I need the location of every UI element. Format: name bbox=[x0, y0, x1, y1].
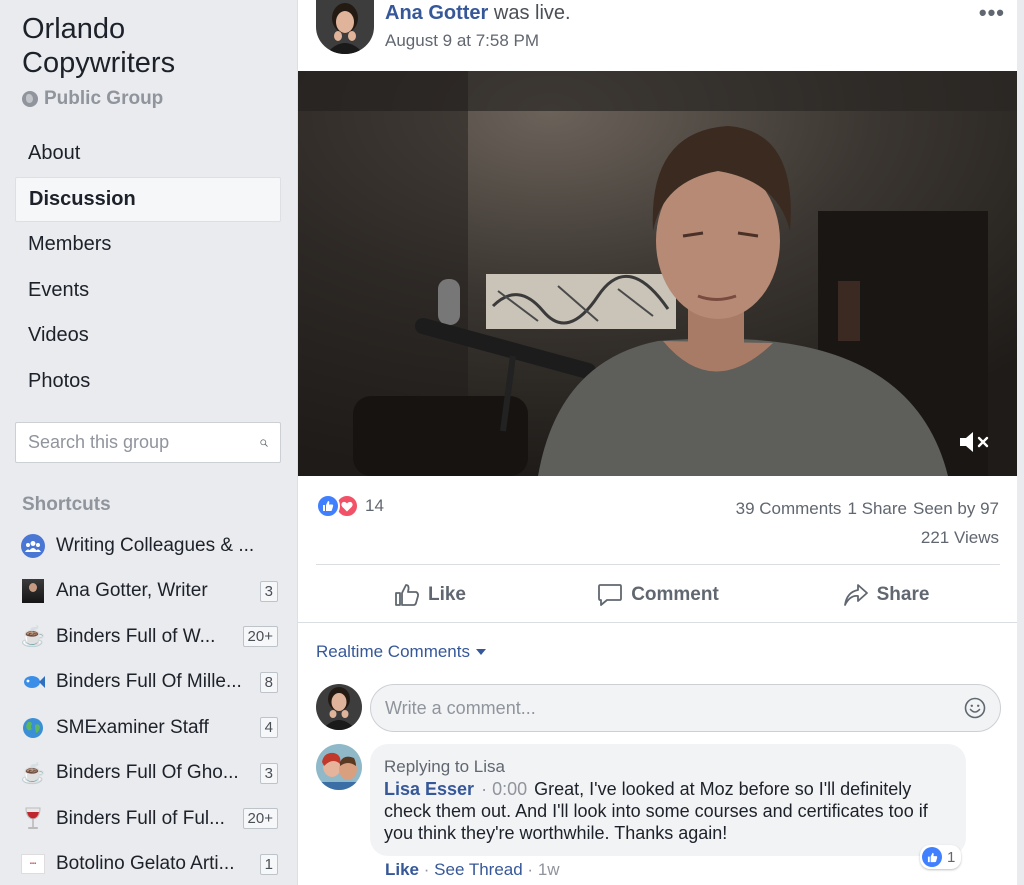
group-title[interactable]: Orlando Copywriters bbox=[22, 12, 282, 80]
wine-icon bbox=[20, 806, 46, 832]
shortcut-item[interactable]: SMExaminer Staff 4 bbox=[20, 705, 278, 751]
shortcut-badge: 8 bbox=[259, 671, 278, 693]
comment-author-link[interactable]: Lisa Esser bbox=[384, 779, 474, 799]
commenter-avatar[interactable] bbox=[316, 744, 362, 790]
search-icon[interactable] bbox=[260, 432, 268, 454]
shortcut-item[interactable]: Ana Gotter, Writer 3 bbox=[20, 569, 278, 615]
shortcut-label: Binders Full Of Mille... bbox=[56, 671, 242, 693]
video-frame bbox=[298, 71, 1018, 476]
coffee-icon: ☕ bbox=[20, 762, 46, 785]
portrait-thumbnail bbox=[20, 578, 46, 604]
reaction-count: 14 bbox=[365, 496, 384, 515]
shares-count-link[interactable]: 1 Share bbox=[847, 499, 907, 518]
globe-icon bbox=[20, 715, 46, 741]
group-search-input[interactable] bbox=[28, 432, 260, 453]
group-search bbox=[15, 422, 281, 463]
shortcut-item[interactable]: ☕ Binders Full of W... 20+ bbox=[20, 614, 278, 660]
mute-icon[interactable] bbox=[958, 428, 992, 456]
fish-icon bbox=[20, 669, 46, 695]
reaction-summary[interactable]: 14 bbox=[316, 494, 384, 518]
nav-item-videos[interactable]: Videos bbox=[15, 313, 281, 359]
shortcut-item[interactable]: ☕ Binders Full Of Gho... 3 bbox=[20, 751, 278, 797]
like-button[interactable]: Like bbox=[316, 568, 544, 622]
comment-like-link[interactable]: Like bbox=[385, 860, 419, 879]
shortcut-label: Ana Gotter, Writer bbox=[56, 580, 208, 602]
author-avatar[interactable] bbox=[316, 0, 374, 54]
globe-icon bbox=[22, 91, 38, 107]
shortcut-badge: 1 bbox=[259, 853, 278, 875]
nav-item-about[interactable]: About bbox=[15, 131, 281, 177]
seen-by-link[interactable]: Seen by 97 bbox=[913, 499, 999, 518]
shortcuts-list: Writing Colleagues & ... Ana Gotter, Wri… bbox=[20, 523, 278, 885]
comment-bubble-icon bbox=[598, 584, 623, 606]
comment-button[interactable]: Comment bbox=[544, 568, 772, 622]
coffee-icon: ☕ bbox=[20, 626, 46, 649]
shortcut-badge: 3 bbox=[259, 580, 278, 602]
replying-to-label: Replying to Lisa bbox=[384, 757, 505, 776]
emoji-icon[interactable] bbox=[964, 697, 986, 719]
comment-bubble: Replying to Lisa Lisa Esser · 0:00 Great… bbox=[370, 744, 966, 856]
current-user-avatar bbox=[316, 684, 362, 730]
shortcut-badge: 20+ bbox=[242, 808, 278, 830]
shortcut-label: Writing Colleagues & ... bbox=[56, 534, 255, 556]
shortcut-label: Binders Full of Ful... bbox=[56, 807, 225, 829]
comment-actions: Like · See Thread · 1w bbox=[385, 860, 560, 879]
nav-item-photos[interactable]: Photos bbox=[15, 359, 281, 405]
gelato-logo: ▪▪▪ bbox=[20, 851, 46, 877]
group-nav: About Discussion Members Events Videos P… bbox=[15, 131, 281, 404]
comment-button-label: Comment bbox=[631, 584, 719, 605]
post-stats: 39 Comments 1 Share Seen by 97 221 Views bbox=[730, 494, 999, 552]
see-thread-link[interactable]: See Thread bbox=[434, 860, 523, 879]
divider bbox=[298, 622, 1018, 623]
comment-composer bbox=[370, 684, 1001, 732]
comment-reaction-count: 1 bbox=[947, 848, 956, 866]
comments-count-link[interactable]: 39 Comments bbox=[736, 499, 842, 518]
like-button-label: Like bbox=[427, 584, 467, 605]
live-video-player[interactable] bbox=[298, 71, 1018, 476]
nav-item-events[interactable]: Events bbox=[15, 268, 281, 314]
shortcut-label: Botolino Gelato Arti... bbox=[56, 853, 235, 875]
shortcuts-heading: Shortcuts bbox=[22, 494, 111, 515]
comment-reaction-badge[interactable]: 1 bbox=[920, 845, 962, 869]
caret-down-icon bbox=[476, 649, 486, 655]
shortcut-badge: 20+ bbox=[242, 626, 278, 648]
comment-sort-dropdown[interactable]: Realtime Comments bbox=[316, 642, 486, 662]
more-options-icon[interactable]: ••• bbox=[979, 0, 1005, 26]
comment-sort-label: Realtime Comments bbox=[316, 642, 470, 661]
views-count: 221 Views bbox=[920, 528, 999, 547]
shortcut-label: SMExaminer Staff bbox=[56, 716, 209, 738]
shortcut-badge: 4 bbox=[259, 717, 278, 739]
comment-input[interactable] bbox=[385, 697, 964, 719]
post-author-link[interactable]: Ana Gotter bbox=[385, 2, 488, 24]
post-actions: Like Comment Share bbox=[316, 568, 1000, 622]
shortcut-label: Binders Full of W... bbox=[56, 625, 216, 647]
like-reaction-icon bbox=[922, 847, 942, 867]
shortcut-item[interactable]: Writing Colleagues & ... bbox=[20, 523, 278, 569]
left-sidebar: Orlando Copywriters Public Group About D… bbox=[0, 0, 297, 885]
post-status-text: was live. bbox=[493, 2, 571, 24]
divider bbox=[316, 564, 1000, 565]
post-card: Ana Gotter was live. August 9 at 7:58 PM… bbox=[297, 0, 1018, 885]
nav-item-members[interactable]: Members bbox=[15, 222, 281, 268]
page-edge bbox=[1017, 0, 1024, 885]
post-header: Ana Gotter was live. bbox=[385, 2, 571, 25]
thumbs-up-icon bbox=[395, 584, 419, 606]
group-privacy-label: Public Group bbox=[44, 88, 164, 109]
post-timestamp[interactable]: August 9 at 7:58 PM bbox=[385, 31, 539, 51]
like-reaction-icon bbox=[316, 494, 340, 518]
group-privacy: Public Group bbox=[22, 88, 163, 110]
comment-age[interactable]: 1w bbox=[538, 860, 560, 879]
group-icon bbox=[20, 533, 46, 559]
nav-item-discussion[interactable]: Discussion bbox=[15, 176, 281, 222]
share-button-label: Share bbox=[876, 584, 930, 605]
shortcut-label: Binders Full Of Gho... bbox=[56, 762, 239, 784]
comment-video-timestamp[interactable]: · 0:00 bbox=[481, 779, 527, 799]
shortcut-item[interactable]: Binders Full of Ful... 20+ bbox=[20, 796, 278, 842]
shortcut-badge: 3 bbox=[259, 762, 278, 784]
shortcut-item[interactable]: Binders Full Of Mille... 8 bbox=[20, 660, 278, 706]
shortcut-item[interactable]: ▪▪▪ Botolino Gelato Arti... 1 bbox=[20, 842, 278, 885]
share-arrow-icon bbox=[843, 584, 868, 606]
share-button[interactable]: Share bbox=[772, 568, 1000, 622]
